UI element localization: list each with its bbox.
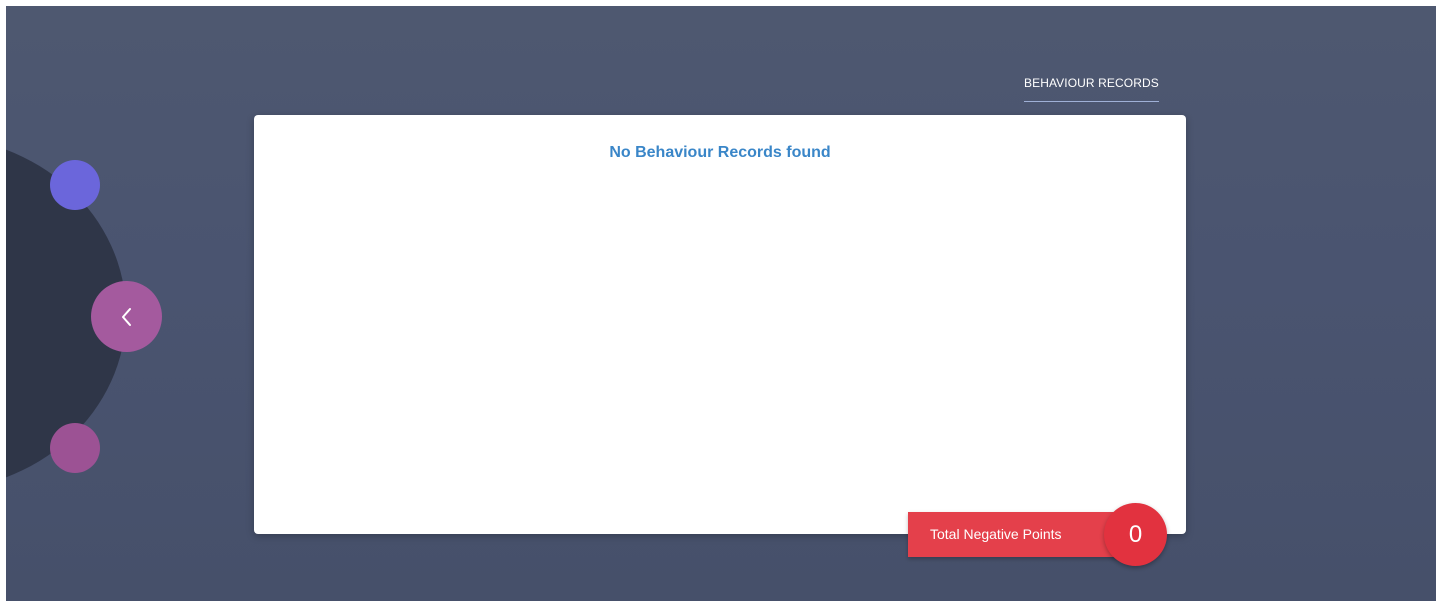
total-negative-points-count: 0 [1104, 503, 1167, 566]
back-button[interactable] [91, 281, 162, 352]
total-negative-points-label: Total Negative Points [930, 526, 1062, 542]
tab-behaviour-records[interactable]: BEHAVIOUR RECORDS [1024, 76, 1159, 102]
total-negative-points-bar: Total Negative Points [908, 512, 1128, 557]
nav-node-top[interactable] [50, 160, 100, 210]
behaviour-records-card: No Behaviour Records found [254, 115, 1186, 534]
chevron-left-icon [121, 307, 131, 326]
app-background: BEHAVIOUR RECORDS No Behaviour Records f… [6, 6, 1436, 601]
empty-records-message: No Behaviour Records found [609, 144, 831, 161]
nav-node-bottom[interactable] [50, 423, 100, 473]
